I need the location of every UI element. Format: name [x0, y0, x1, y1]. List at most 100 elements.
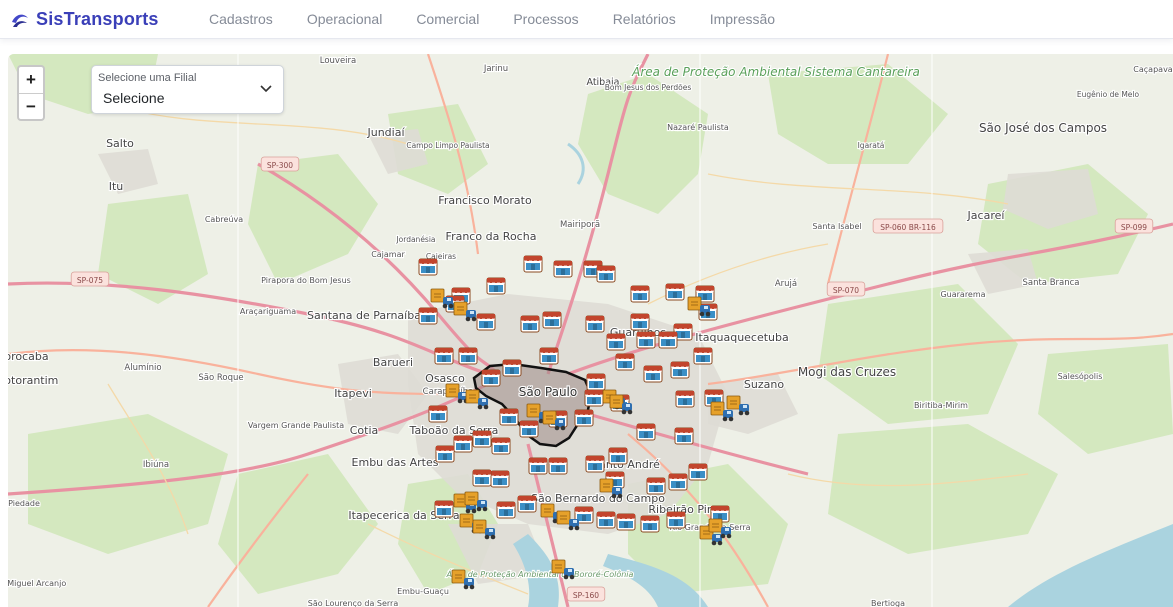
store-marker-icon[interactable]	[665, 283, 685, 301]
svg-text:SP-160: SP-160	[573, 591, 599, 600]
store-marker-icon[interactable]	[472, 469, 492, 487]
store-marker-icon[interactable]	[499, 408, 519, 426]
nav-item-cadastros[interactable]: Cadastros	[209, 11, 273, 27]
road-shield: SP-160	[566, 586, 606, 602]
store-marker-icon[interactable]	[434, 347, 454, 365]
store-marker-icon[interactable]	[519, 420, 539, 438]
store-marker-icon[interactable]	[693, 347, 713, 365]
store-marker-icon[interactable]	[584, 389, 604, 407]
map-place-label: Ibiúna	[143, 460, 169, 470]
nav-item-processos[interactable]: Processos	[513, 11, 578, 27]
store-marker-icon[interactable]	[616, 513, 636, 531]
store-marker-icon[interactable]	[675, 390, 695, 408]
store-marker-icon[interactable]	[520, 315, 540, 333]
map-place-label: Itu	[109, 180, 124, 193]
map-place-label: São José dos Campos	[979, 121, 1107, 135]
map-place-label: Igaratá	[858, 141, 885, 150]
store-marker-icon[interactable]	[585, 315, 605, 333]
store-marker-icon[interactable]	[658, 331, 678, 349]
store-marker-icon[interactable]	[523, 255, 543, 273]
map-place-label: Caçapava	[1133, 65, 1173, 74]
svg-text:SP-070: SP-070	[833, 286, 859, 295]
store-marker-icon[interactable]	[434, 500, 454, 518]
store-marker-icon[interactable]	[596, 511, 616, 529]
store-marker-icon[interactable]	[615, 353, 635, 371]
store-marker-icon[interactable]	[481, 369, 501, 387]
map-place-label: Campo Limpo Paulista	[406, 141, 489, 150]
map-place-label: Embu das Artes	[352, 456, 439, 469]
map-place-label: Bom Jesus dos Perdões	[605, 83, 692, 92]
store-marker-icon[interactable]	[585, 455, 605, 473]
store-marker-icon[interactable]	[636, 423, 656, 441]
store-marker-icon[interactable]	[596, 265, 616, 283]
map-place-label: Cotia	[350, 424, 379, 437]
store-marker-icon[interactable]	[539, 347, 559, 365]
store-marker-icon[interactable]	[428, 405, 448, 423]
store-marker-icon[interactable]	[636, 331, 656, 349]
map-place-label: Cabreúva	[205, 215, 243, 224]
store-marker-icon[interactable]	[491, 437, 511, 455]
store-marker-icon[interactable]	[674, 427, 694, 445]
map-place-label: Área de Proteção Ambiental Sistema Canta…	[631, 64, 920, 79]
store-marker-icon[interactable]	[688, 463, 708, 481]
map-place-label: Santa Branca	[1022, 278, 1079, 288]
store-marker-icon[interactable]	[630, 285, 650, 303]
store-marker-icon[interactable]	[608, 447, 628, 465]
store-marker-icon[interactable]	[486, 277, 506, 295]
map-place-label: Votorantim	[8, 374, 58, 387]
store-marker-icon[interactable]	[668, 473, 688, 491]
store-marker-icon[interactable]	[435, 445, 455, 463]
map-place-label: Itaquaquecetuba	[695, 331, 789, 344]
nav-item-comercial[interactable]: Comercial	[416, 11, 479, 27]
store-marker-icon[interactable]	[490, 470, 510, 488]
store-marker-icon[interactable]	[418, 307, 438, 325]
map-canvas[interactable]: LouveiraJarinuAtibaiaBom Jesus dos Perdõ…	[8, 54, 1173, 607]
store-marker-icon[interactable]	[646, 477, 666, 495]
road-shield: SP-060 BR-116	[872, 218, 944, 234]
store-marker-icon[interactable]	[528, 457, 548, 475]
map-place-label: Salto	[106, 137, 134, 150]
map-place-label: Barueri	[373, 356, 413, 369]
filial-select[interactable]: Selecione uma Filial Selecione	[91, 65, 284, 114]
map-place-label: São Miguel Arcanjo	[8, 579, 66, 588]
store-marker-icon[interactable]	[458, 347, 478, 365]
road-shield: SP-300	[260, 156, 300, 172]
nav-item-impressao[interactable]: Impressão	[710, 11, 775, 27]
store-marker-icon[interactable]	[517, 495, 537, 513]
store-marker-icon[interactable]	[496, 501, 516, 519]
road-shield: SP-070	[826, 281, 866, 297]
store-marker-icon[interactable]	[630, 313, 650, 331]
store-marker-icon[interactable]	[640, 515, 660, 533]
map-place-label: Itapevi	[334, 387, 372, 400]
store-marker-icon[interactable]	[472, 430, 492, 448]
store-marker-icon[interactable]	[670, 361, 690, 379]
map-place-label: Bertioga	[871, 599, 905, 607]
store-marker-icon[interactable]	[606, 333, 626, 351]
map-view[interactable]: Louveira Jarinu Atibaia Bom Jesus dos Perdõ…	[8, 54, 1173, 607]
store-marker-icon[interactable]	[453, 435, 473, 453]
store-marker-icon[interactable]	[418, 258, 438, 276]
store-marker-icon[interactable]	[548, 457, 568, 475]
nav-item-relatorios[interactable]: Relatórios	[613, 11, 676, 27]
store-marker-icon[interactable]	[574, 409, 594, 427]
store-marker-icon[interactable]	[542, 311, 562, 329]
map-place-label: Nazaré Paulista	[667, 122, 729, 132]
road-shield: SP-075	[70, 271, 110, 287]
zoom-out-button[interactable]: −	[19, 94, 43, 120]
map-place-label: Santana de Parnaíba	[307, 309, 421, 322]
map-place-label: Jacareí	[967, 209, 1006, 222]
map-place-label: Louveira	[320, 56, 357, 66]
store-marker-icon[interactable]	[476, 313, 496, 331]
zoom-in-button[interactable]: +	[19, 67, 43, 94]
nav-item-operacional[interactable]: Operacional	[307, 11, 383, 27]
map-place-label: Francisco Morato	[438, 194, 532, 207]
store-marker-icon[interactable]	[666, 511, 686, 529]
store-marker-icon[interactable]	[553, 260, 573, 278]
store-marker-icon[interactable]	[586, 373, 606, 391]
brand-name: SisTransports	[36, 8, 159, 29]
store-marker-icon[interactable]	[643, 365, 663, 383]
map-place-label: Mogi das Cruzes	[798, 365, 896, 379]
chevron-down-icon	[260, 85, 272, 93]
brand[interactable]: SisTransports	[10, 6, 159, 32]
store-marker-icon[interactable]	[502, 359, 522, 377]
